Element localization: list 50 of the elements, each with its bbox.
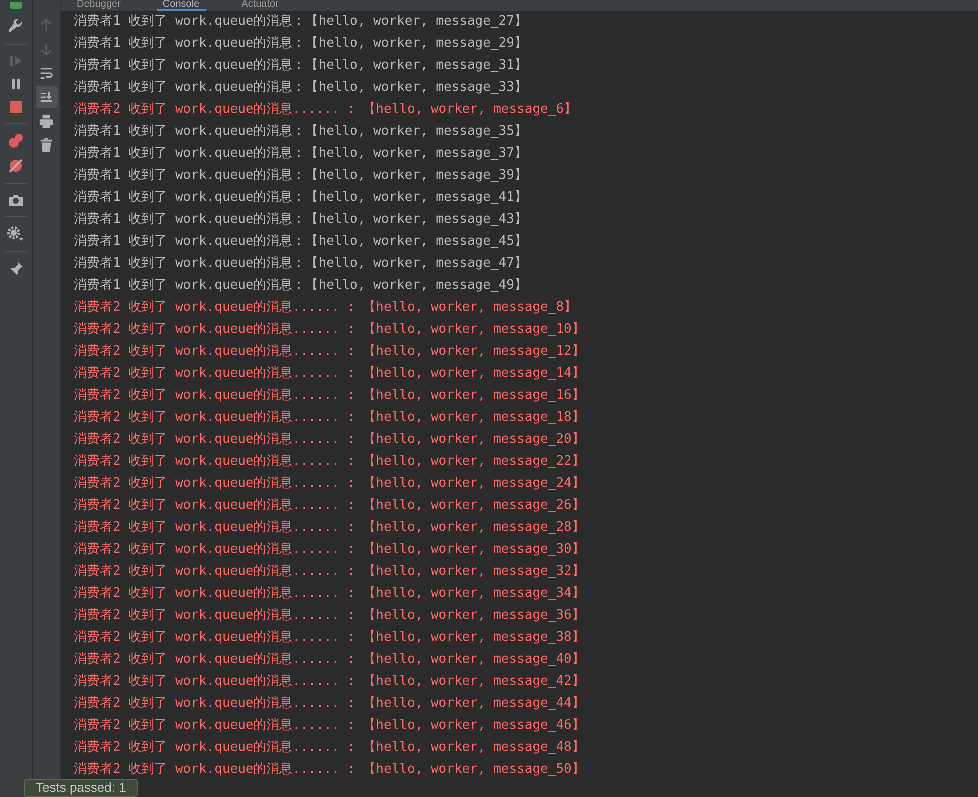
console-line: 消费者2 收到了 work.queue的消息...... : 【hello, worker, message_46】 — [74, 717, 586, 735]
tab[interactable]: Console — [156, 0, 206, 11]
console-line: 消费者2 收到了 work.queue的消息...... : 【hello, worker, message_36】 — [74, 607, 586, 625]
console-line: 消费者1 收到了 work.queue的消息：【hello, worker, message_35】 — [74, 123, 528, 141]
tab[interactable]: Actuator — [236, 0, 285, 11]
console-line: 消费者2 收到了 work.queue的消息...... : 【hello, worker, message_30】 — [74, 541, 586, 559]
camera-icon[interactable] — [8, 193, 24, 207]
console-line: 消费者1 收到了 work.queue的消息：【hello, worker, message_31】 — [74, 57, 528, 75]
console-line: 消费者1 收到了 work.queue的消息：【hello, worker, message_37】 — [74, 145, 528, 163]
console-line: 消费者1 收到了 work.queue的消息：【hello, worker, message_49】 — [74, 277, 528, 295]
pause-icon[interactable] — [9, 77, 23, 91]
console-line: 消费者2 收到了 work.queue的消息...... : 【hello, worker, message_12】 — [74, 343, 586, 361]
stop-icon[interactable] — [9, 100, 23, 114]
console-line: 消费者2 收到了 work.queue的消息...... : 【hello, worker, message_44】 — [74, 695, 586, 713]
console-line: 消费者1 收到了 work.queue的消息：【hello, worker, message_33】 — [74, 79, 528, 97]
console-line: 消费者1 收到了 work.queue的消息：【hello, worker, message_41】 — [74, 189, 528, 207]
console-line: 消费者2 收到了 work.queue的消息...... : 【hello, worker, message_28】 — [74, 519, 586, 537]
print-icon[interactable] — [39, 114, 54, 128]
console-line: 消费者2 收到了 work.queue的消息...... : 【hello, worker, message_48】 — [74, 739, 586, 757]
settings-icon[interactable] — [7, 226, 25, 242]
console-line: 消费者2 收到了 work.queue的消息...... : 【hello, worker, message_34】 — [74, 585, 586, 603]
console-line: 消费者1 收到了 work.queue的消息：【hello, worker, message_47】 — [74, 255, 528, 273]
console-line: 消费者1 收到了 work.queue的消息：【hello, worker, message_45】 — [74, 233, 528, 251]
tab[interactable]: Debugger — [71, 0, 127, 11]
notification-popup: Tests passed: 1 — [24, 779, 138, 797]
console-line: 消费者2 收到了 work.queue的消息...... : 【hello, worker, message_22】 — [74, 453, 586, 471]
breakpoints-icon[interactable] — [8, 133, 24, 149]
console-line: 消费者2 收到了 work.queue的消息...... : 【hello, worker, message_32】 — [74, 563, 586, 581]
console-line: 消费者2 收到了 work.queue的消息...... : 【hello, worker, message_42】 — [74, 673, 586, 691]
console-line: 消费者2 收到了 work.queue的消息...... : 【hello, worker, message_18】 — [74, 409, 586, 427]
console-line: 消费者2 收到了 work.queue的消息...... : 【hello, worker, message_38】 — [74, 629, 586, 647]
wrench-icon[interactable] — [8, 19, 24, 35]
console-line: 消费者1 收到了 work.queue的消息：【hello, worker, message_43】 — [74, 211, 528, 229]
console-line: 消费者1 收到了 work.queue的消息：【hello, worker, message_29】 — [74, 35, 528, 53]
scroll-to-end-icon[interactable] — [39, 90, 54, 104]
console-line: 消费者2 收到了 work.queue的消息...... : 【hello, worker, message_26】 — [74, 497, 586, 515]
console-line: 消费者2 收到了 work.queue的消息...... : 【hello, worker, message_16】 — [74, 387, 586, 405]
console-line: 消费者2 收到了 work.queue的消息...... : 【hello, worker, message_40】 — [74, 651, 586, 669]
trash-icon[interactable] — [39, 138, 54, 152]
console-line: 消费者2 收到了 work.queue的消息...... : 【hello, worker, message_6】 — [74, 101, 578, 119]
soft-wrap-icon[interactable] — [39, 66, 54, 80]
console-line: 消费者2 收到了 work.queue的消息...... : 【hello, worker, message_20】 — [74, 431, 586, 449]
console-line: 消费者2 收到了 work.queue的消息...... : 【hello, worker, message_8】 — [74, 299, 578, 317]
console-line: 消费者2 收到了 work.queue的消息...... : 【hello, worker, message_10】 — [74, 321, 586, 339]
console-line: 消费者2 收到了 work.queue的消息...... : 【hello, worker, message_14】 — [74, 365, 586, 383]
mute-breakpoints-icon[interactable] — [8, 158, 24, 174]
console-line: 消费者2 收到了 work.queue的消息...... : 【hello, worker, message_24】 — [74, 475, 586, 493]
console-line: 消费者1 收到了 work.queue的消息：【hello, worker, message_27】 — [74, 13, 528, 31]
console-line: 消费者1 收到了 work.queue的消息：【hello, worker, message_39】 — [74, 167, 528, 185]
console-line: 消费者2 收到了 work.queue的消息...... : 【hello, worker, message_50】 — [74, 761, 586, 779]
